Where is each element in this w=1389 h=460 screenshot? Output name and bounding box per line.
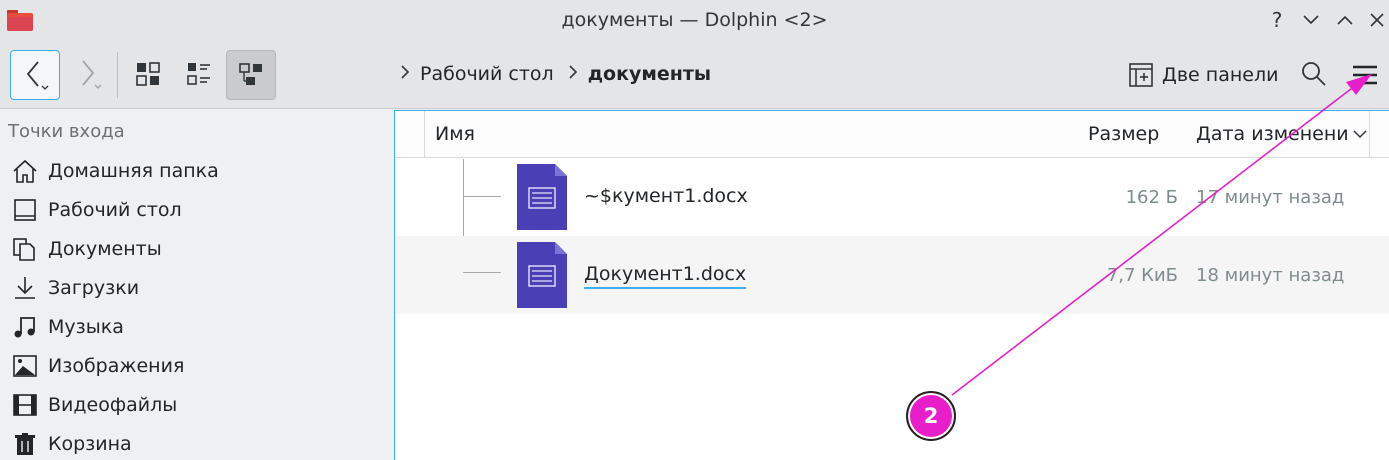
breadcrumb-separator[interactable] [568, 64, 578, 84]
close-button[interactable] [1364, 7, 1389, 33]
sidebar-item-label: Музыка [48, 316, 124, 338]
breadcrumb-root-arrow[interactable] [400, 64, 410, 84]
back-button[interactable] [10, 50, 60, 100]
hamburger-menu-icon[interactable] [1350, 60, 1380, 90]
sidebar-item-label: Домашняя папка [48, 160, 219, 182]
documents-icon [13, 238, 35, 261]
desktop-icon [14, 199, 36, 221]
sidebar-item-documents[interactable]: Документы [12, 234, 162, 264]
chevron-right-icon [569, 65, 577, 79]
column-size-label: Размер [1088, 123, 1160, 145]
help-button[interactable]: ? [1264, 7, 1290, 33]
table-row[interactable]: Документ1.docx 7,7 КиБ 18 минут назад [395, 236, 1389, 314]
annotation-badge: 2 [906, 391, 956, 441]
column-name-label: Имя [435, 123, 475, 145]
grid-view-icon [136, 62, 160, 86]
file-size: 7,7 КиБ [1106, 265, 1178, 286]
sidebar-item-label: Рабочий стол [48, 199, 182, 221]
sidebar-item-label: Корзина [48, 433, 132, 455]
tree-branch-line [463, 272, 501, 273]
downloads-icon [15, 277, 35, 299]
trash-icon [15, 433, 35, 455]
word-document-icon [517, 242, 567, 308]
chevron-left-icon [26, 61, 49, 90]
column-header-date[interactable]: Дата изменени [1188, 111, 1370, 157]
chevron-down-icon [1353, 130, 1367, 139]
word-document-icon [517, 164, 567, 230]
column-date-label: Дата изменени [1196, 123, 1349, 145]
videos-icon [13, 394, 37, 416]
sidebar-item-home[interactable]: Домашняя папка [12, 156, 219, 186]
details-view-button[interactable] [226, 50, 276, 100]
compact-view-button[interactable] [175, 50, 223, 98]
places-panel: Точки входа Домашняя папка Рабочий стол … [0, 109, 393, 459]
breadcrumb-current[interactable]: документы [588, 63, 711, 85]
places-header: Точки входа [8, 121, 125, 142]
file-name[interactable]: ~$кумент1.docx [584, 185, 748, 207]
sidebar-item-videos[interactable]: Видеофайлы [12, 390, 177, 420]
sidebar-item-label: Документы [48, 238, 162, 260]
column-header-size[interactable]: Размер [1077, 111, 1189, 157]
column-header-name[interactable]: Имя [424, 111, 1088, 157]
tree-view-icon [239, 63, 262, 85]
sidebar-item-label: Изображения [48, 355, 185, 377]
file-date: 18 минут назад [1196, 265, 1345, 286]
chevron-right-icon [401, 65, 410, 79]
icons-view-button[interactable] [124, 50, 172, 98]
sidebar-item-desktop[interactable]: Рабочий стол [12, 195, 182, 225]
breadcrumb-desktop[interactable]: Рабочий стол [420, 63, 554, 85]
close-icon [1370, 13, 1384, 27]
window-title: документы — Dolphin <2> [561, 9, 828, 31]
tree-branch-line [463, 196, 501, 197]
table-row[interactable]: ~$кумент1.docx 162 Б 17 минут назад [395, 158, 1389, 236]
sidebar-item-music[interactable]: Музыка [12, 312, 124, 342]
forward-button[interactable] [64, 50, 112, 98]
music-icon [14, 317, 35, 338]
compact-view-icon [187, 63, 210, 85]
file-view: Имя Размер Дата изменени ~$кумент1.docx … [394, 110, 1389, 460]
toolbar-separator [117, 52, 118, 98]
chevron-right-icon [82, 60, 102, 89]
toolbar: Рабочий стол документы Две панели [0, 42, 1389, 109]
split-view-label: Две панели [1162, 64, 1279, 86]
sidebar-item-trash[interactable]: Корзина [12, 429, 132, 459]
sidebar-item-label: Видеофайлы [48, 394, 178, 416]
file-date: 17 минут назад [1196, 187, 1345, 208]
title-bar: документы — Dolphin <2> ? [0, 0, 1389, 42]
file-size: 162 Б [1125, 187, 1178, 208]
home-icon [13, 159, 37, 183]
sidebar-item-label: Загрузки [48, 277, 140, 299]
breadcrumb: Рабочий стол документы [396, 63, 711, 85]
sidebar-item-downloads[interactable]: Загрузки [12, 273, 139, 303]
maximize-button[interactable] [1332, 7, 1358, 33]
chevron-up-icon [1337, 15, 1353, 25]
sidebar-item-pictures[interactable]: Изображения [12, 351, 184, 381]
file-name[interactable]: Документ1.docx [584, 263, 747, 289]
minimize-button[interactable] [1298, 7, 1324, 33]
split-view-button[interactable]: Две панели [1128, 62, 1278, 88]
chevron-down-icon [1303, 15, 1319, 25]
pictures-icon [13, 355, 37, 377]
search-icon[interactable] [1300, 60, 1328, 88]
split-panel-icon [1129, 63, 1153, 87]
